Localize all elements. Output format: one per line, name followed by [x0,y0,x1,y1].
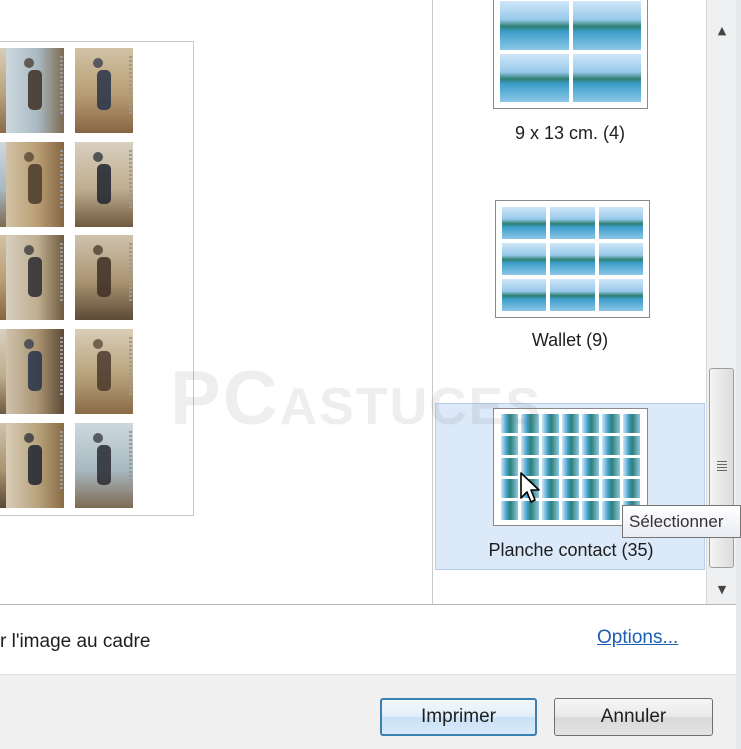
options-link[interactable]: Options... [597,627,678,649]
scroll-down-arrow-icon[interactable]: ▼ [707,576,737,604]
layout-tooltip: Sélectionner [622,505,741,538]
preview-thumbnail [75,235,133,320]
preview-thumbnail [75,329,133,414]
preview-thumbnail [6,329,64,414]
layout-label-wallet: Wallet (9) [531,330,609,350]
dialog-button-bar: Imprimer Annuler [0,674,736,749]
watermark-suffix: ASTUCES [279,378,543,436]
layout-preview-9x13 [493,0,648,109]
scroll-grip-icon [717,461,727,471]
layout-preview-wallet [495,200,650,318]
layout-item-wallet[interactable]: Wallet (9) [435,190,705,380]
layout-label-9x13: 9 x 13 cm. (4) [514,123,626,143]
watermark-brand: PC [170,356,280,441]
watermark-logo: PCASTUCES [170,355,542,442]
print-pictures-dialog: 9 x 13 cm. (4) Wallet (9) Planche contac… [0,0,741,749]
layout-label-contact-sheet: Planche contact (35) [488,540,654,560]
cancel-button[interactable]: Annuler [554,698,713,736]
layout-item-9x13[interactable]: 9 x 13 cm. (4) [435,0,705,170]
scroll-thumb[interactable] [709,368,734,568]
options-bar: r l'image au cadre Options... [0,604,736,674]
print-preview-pane [0,0,432,604]
preview-page [0,41,194,516]
print-button[interactable]: Imprimer [380,698,537,736]
preview-thumbnail [75,142,133,227]
preview-thumbnail [6,48,64,133]
preview-thumbnail [75,48,133,133]
scroll-up-arrow-icon[interactable]: ▲ [707,17,737,45]
preview-thumbnail [6,235,64,320]
mouse-pointer-icon [520,472,540,503]
preview-thumbnail [75,423,133,508]
window-edge [736,0,741,749]
preview-thumbnail [6,423,64,508]
fit-picture-label[interactable]: r l'image au cadre [0,631,150,653]
preview-thumbnail [6,142,64,227]
